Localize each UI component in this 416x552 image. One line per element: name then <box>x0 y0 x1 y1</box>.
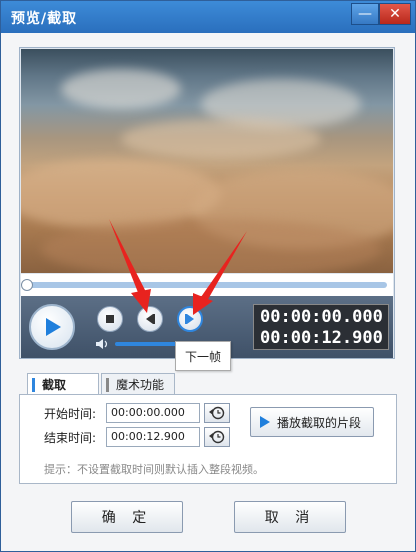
current-time: 00:00:00.000 <box>260 307 383 327</box>
tab-cut[interactable]: 截取 <box>27 373 99 395</box>
ok-button[interactable]: 确 定 <box>71 501 183 533</box>
progress-bar[interactable] <box>21 274 393 296</box>
stop-icon <box>106 315 114 323</box>
window-title: 预览/截取 <box>11 11 78 27</box>
play-segment-button[interactable]: 播放截取的片段 <box>250 407 374 437</box>
close-button[interactable]: ✕ <box>379 3 411 25</box>
progress-handle[interactable] <box>21 279 33 291</box>
stop-button[interactable] <box>97 306 123 332</box>
clock-icon <box>209 430 225 444</box>
tab-magic[interactable]: 魔术功能 <box>101 373 175 395</box>
next-frame-button[interactable] <box>177 306 203 332</box>
play-icon <box>46 318 61 336</box>
start-time-input[interactable]: 00:00:00.000 <box>106 403 200 423</box>
next-frame-icon <box>185 314 194 324</box>
minimize-button[interactable]: — <box>351 3 379 25</box>
clip-panel: 开始时间: 00:00:00.000 结束时间: 00:00:12.900 播放… <box>19 394 397 484</box>
play-segment-label: 播放截取的片段 <box>277 415 362 430</box>
next-frame-tooltip: 下一帧 <box>175 341 231 371</box>
set-end-time-button[interactable] <box>204 427 230 447</box>
end-time-label: 结束时间: <box>44 431 97 445</box>
total-time: 00:00:12.900 <box>260 328 383 348</box>
cancel-button[interactable]: 取 消 <box>234 501 346 533</box>
hint-text: 提示：不设置截取时间则默认插入整段视频。 <box>44 463 264 476</box>
time-display: 00:00:00.000 00:00:12.900 <box>253 304 389 350</box>
preview-dialog: 预览/截取 — ✕ 00:00:00.000 00:00:12.900 下一帧 … <box>0 0 416 552</box>
clock-icon <box>209 406 225 420</box>
start-time-label: 开始时间: <box>44 407 97 421</box>
volume-slider[interactable] <box>115 342 177 346</box>
prev-frame-icon <box>146 314 155 324</box>
volume-icon[interactable] <box>95 338 111 350</box>
progress-track[interactable] <box>27 282 387 288</box>
video-preview <box>21 49 393 273</box>
play-button[interactable] <box>29 304 75 350</box>
set-start-time-button[interactable] <box>204 403 230 423</box>
prev-frame-button[interactable] <box>137 306 163 332</box>
player-frame: 00:00:00.000 00:00:12.900 <box>19 47 395 359</box>
play-icon <box>260 416 270 428</box>
end-time-input[interactable]: 00:00:12.900 <box>106 427 200 447</box>
title-bar: 预览/截取 — ✕ <box>1 1 415 33</box>
